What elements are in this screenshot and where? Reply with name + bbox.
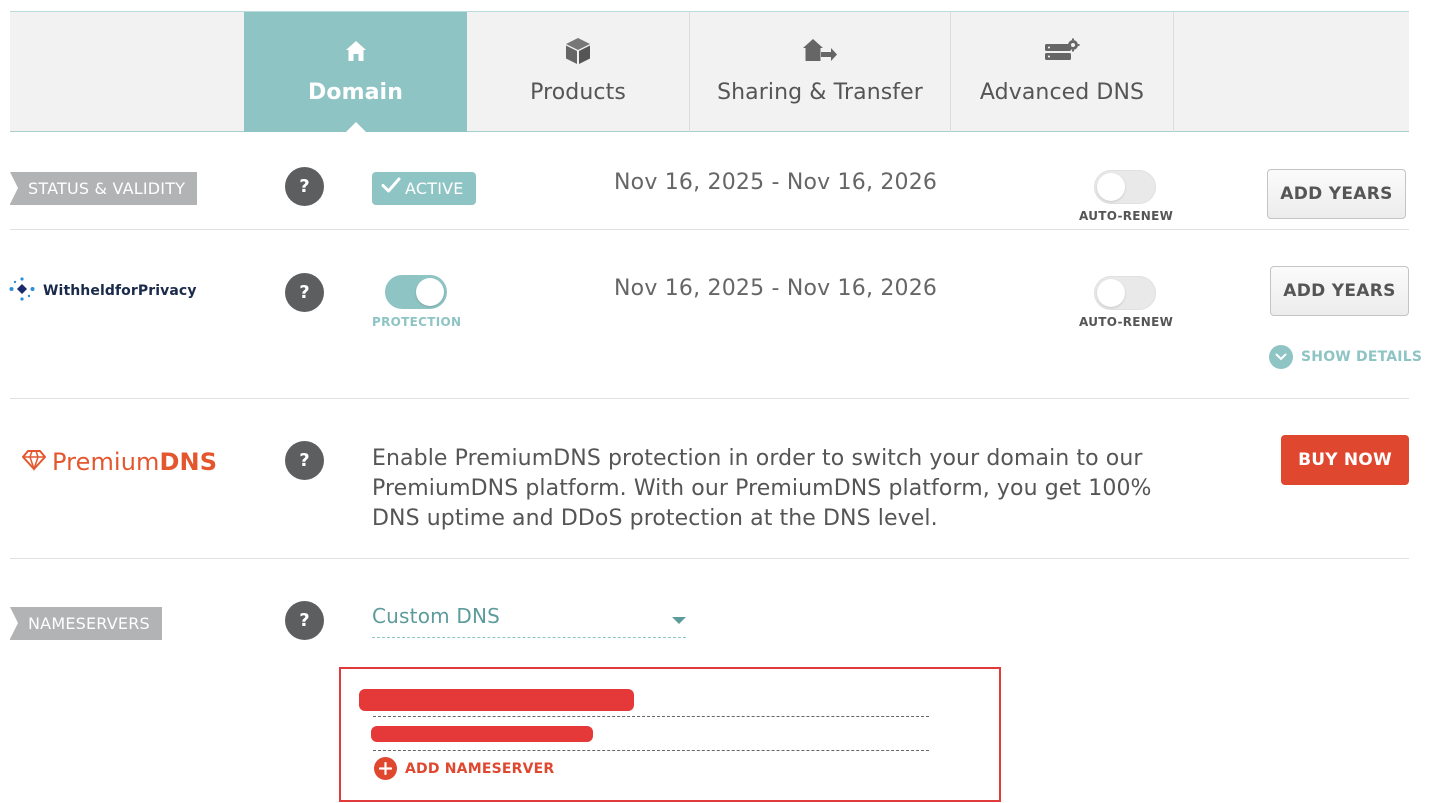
privacy-add-years-button[interactable]: ADD YEARS xyxy=(1270,266,1409,316)
gem-icon xyxy=(22,449,46,475)
buy-now-button[interactable]: BUY NOW xyxy=(1281,435,1409,485)
validity-dates: Nov 16, 2025 - Nov 16, 2026 xyxy=(614,170,938,195)
premiumdns-logo: PremiumDNS xyxy=(22,448,217,476)
redacted-nameserver-2[interactable] xyxy=(371,726,593,742)
premiumdns-logo-text: PremiumDNS xyxy=(52,448,217,476)
nameserver-list-highlight: ADD NAMESERVER xyxy=(339,667,1001,802)
tab-advanced-dns[interactable]: Advanced DNS xyxy=(951,12,1174,132)
home-icon xyxy=(344,36,368,66)
nameserver-input-1-underline xyxy=(373,716,929,717)
server-gear-icon xyxy=(1043,36,1081,66)
privacy-auto-renew-label: AUTO-RENEW xyxy=(1079,315,1174,329)
premiumdns-logo-bold: DNS xyxy=(159,448,218,476)
premiumdns-logo-light: Premium xyxy=(52,448,160,476)
status-validity-ribbon: STATUS & VALIDITY xyxy=(10,172,198,205)
toggle-knob xyxy=(1097,279,1125,307)
add-years-button[interactable]: ADD YEARS xyxy=(1267,169,1406,219)
premiumdns-description: Enable PremiumDNS protection in order to… xyxy=(372,446,1152,531)
protection-toggle[interactable] xyxy=(385,275,447,309)
checkmark-icon xyxy=(381,172,401,205)
auto-renew-toggle[interactable] xyxy=(1094,170,1156,204)
show-details-link[interactable]: SHOW DETAILS xyxy=(1269,345,1422,369)
toggle-knob xyxy=(416,278,444,306)
caret-down-icon xyxy=(672,617,686,624)
privacy-dates: Nov 16, 2025 - Nov 16, 2026 xyxy=(614,276,938,301)
divider xyxy=(10,398,1409,399)
divider xyxy=(10,229,1409,230)
tab-domain-label: Domain xyxy=(308,80,403,105)
status-badge-label: ACTIVE xyxy=(405,179,464,198)
show-details-label: SHOW DETAILS xyxy=(1301,349,1423,365)
nameservers-help-button[interactable]: ? xyxy=(285,601,324,640)
status-help-button[interactable]: ? xyxy=(285,167,324,206)
tab-products-label: Products xyxy=(530,80,626,105)
redacted-nameserver-1[interactable] xyxy=(359,689,634,711)
protection-label: PROTECTION xyxy=(372,315,462,329)
nameserver-type-select[interactable]: Custom DNS xyxy=(372,604,686,638)
tab-sharing-transfer-label: Sharing & Transfer xyxy=(717,80,923,105)
nameserver-type-value: Custom DNS xyxy=(372,604,501,628)
auto-renew-label: AUTO-RENEW xyxy=(1079,209,1174,223)
tab-advanced-dns-label: Advanced DNS xyxy=(979,80,1145,105)
nameservers-ribbon: NAMESERVERS xyxy=(10,607,162,640)
status-badge: ACTIVE xyxy=(372,172,476,205)
plus-circle-icon xyxy=(374,757,397,780)
privacy-auto-renew-toggle[interactable] xyxy=(1094,276,1156,310)
box-icon xyxy=(563,36,593,66)
nameserver-input-2-underline xyxy=(373,750,929,751)
domain-tab-bar: Domain Products Sharing & Transfer Advan… xyxy=(10,11,1409,133)
privacy-logo-text: WithheldforPrivacy xyxy=(43,283,197,299)
add-nameserver-button[interactable]: ADD NAMESERVER xyxy=(374,757,554,780)
tab-products[interactable]: Products xyxy=(467,12,690,132)
house-transfer-icon xyxy=(802,36,838,66)
premiumdns-help-button[interactable]: ? xyxy=(285,441,324,480)
privacy-help-button[interactable]: ? xyxy=(285,273,324,312)
chevron-down-icon xyxy=(1269,345,1293,369)
privacy-diamond-icon xyxy=(9,277,35,305)
withheld-for-privacy-logo: WithheldforPrivacy xyxy=(9,277,197,305)
add-nameserver-label: ADD NAMESERVER xyxy=(405,760,555,777)
tab-sharing-transfer[interactable]: Sharing & Transfer xyxy=(690,12,951,132)
divider xyxy=(10,558,1409,559)
toggle-knob xyxy=(1097,173,1125,201)
tab-domain[interactable]: Domain xyxy=(244,12,467,133)
